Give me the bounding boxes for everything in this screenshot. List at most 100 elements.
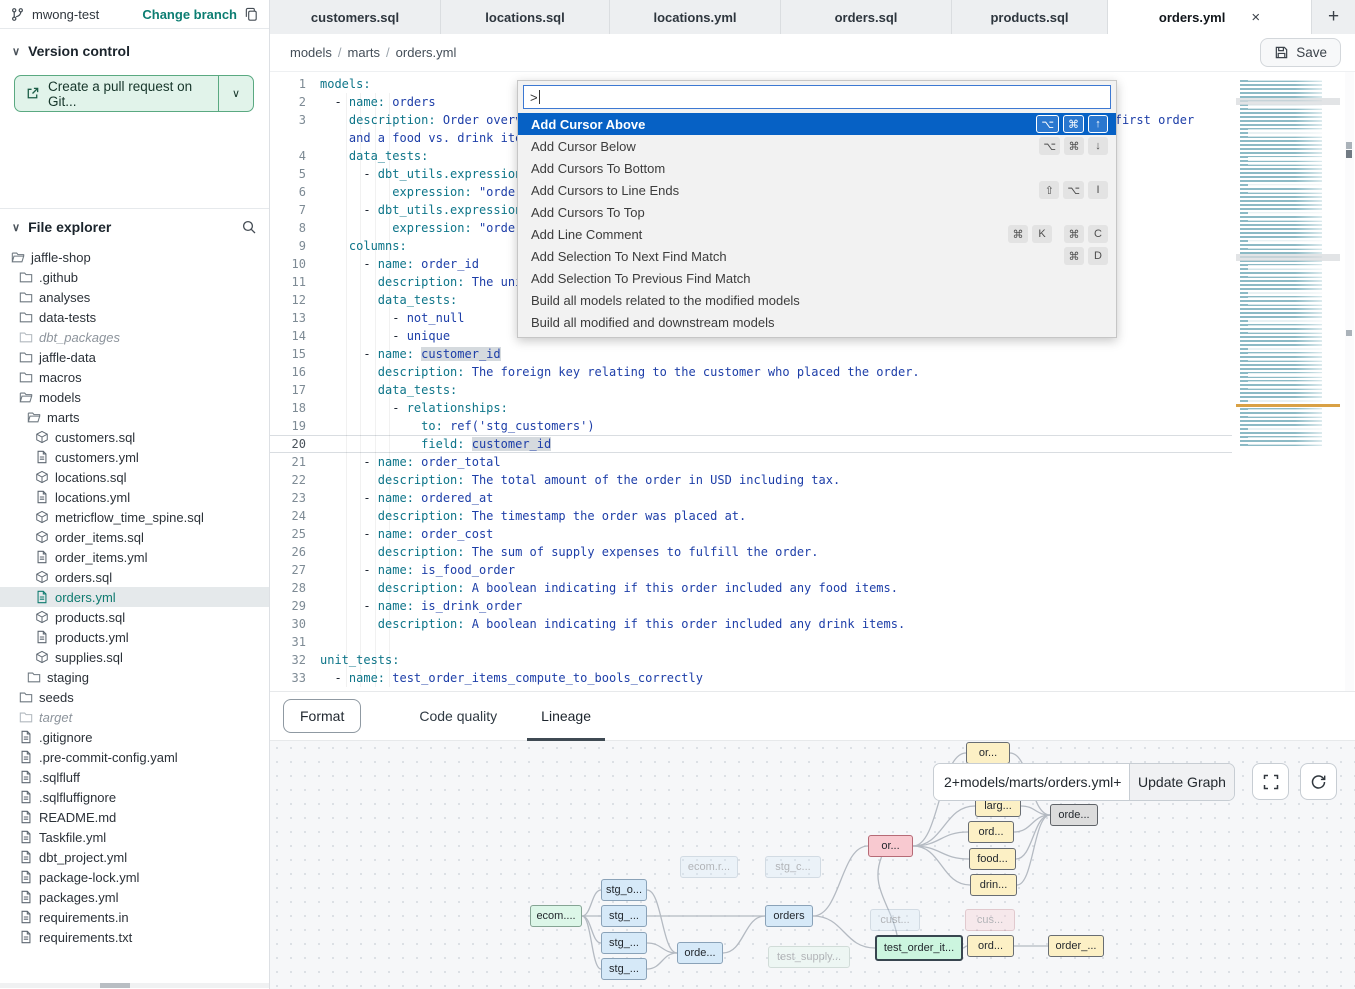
tree-item-models[interactable]: models (0, 387, 269, 407)
lineage-node[interactable]: food... (969, 848, 1016, 870)
lineage-node[interactable]: orde... (1050, 804, 1098, 826)
tab-products.sql[interactable]: products.sql (952, 0, 1108, 34)
tree-item-data-tests[interactable]: data-tests (0, 307, 269, 327)
copy-icon[interactable] (244, 7, 259, 22)
save-button[interactable]: Save (1260, 38, 1341, 67)
tree-item--pre-commit-config-yaml[interactable]: .pre-commit-config.yaml (0, 747, 269, 767)
change-branch-link[interactable]: Change branch (142, 7, 237, 22)
tree-item-packages-yml[interactable]: packages.yml (0, 887, 269, 907)
tree-item-locations-sql[interactable]: locations.sql (0, 467, 269, 487)
create-pr-button[interactable]: Create a pull request on Git... ∨ (14, 75, 254, 112)
code-editor[interactable]: 1models:2 - name: orders3 description: O… (270, 72, 1355, 691)
tab-locations.sql[interactable]: locations.sql (441, 0, 610, 34)
lineage-node[interactable]: cust... (870, 909, 920, 931)
tab-locations.yml[interactable]: locations.yml (610, 0, 781, 34)
tree-item-customers-sql[interactable]: customers.sql (0, 427, 269, 447)
tree-item--sqlfluffignore[interactable]: .sqlfluffignore (0, 787, 269, 807)
tree-item-readme-md[interactable]: README.md (0, 807, 269, 827)
lineage-node[interactable]: ecom.... (530, 905, 582, 927)
lineage-node[interactable]: orders (765, 905, 813, 927)
tree-item-metricflow-time-spine-sql[interactable]: metricflow_time_spine.sql (0, 507, 269, 527)
format-button[interactable]: Format (283, 699, 361, 733)
search-icon[interactable] (241, 219, 257, 235)
tree-item-analyses[interactable]: analyses (0, 287, 269, 307)
bottom-tab-lineage[interactable]: Lineage (527, 691, 605, 741)
tree-item-order-items-yml[interactable]: order_items.yml (0, 547, 269, 567)
palette-item[interactable]: Add Cursors To Bottom (518, 157, 1116, 179)
breadcrumb-item[interactable]: models (290, 45, 332, 60)
tree-item-orders-sql[interactable]: orders.sql (0, 567, 269, 587)
tree-item--sqlfluff[interactable]: .sqlfluff (0, 767, 269, 787)
tree-item-staging[interactable]: staging (0, 667, 269, 687)
tab-customers.sql[interactable]: customers.sql (270, 0, 441, 34)
palette-item[interactable]: Add Cursors to Line Ends⇧⌥I (518, 179, 1116, 201)
lineage-node[interactable]: order_... (1048, 935, 1104, 957)
lineage-node[interactable]: or... (966, 742, 1010, 764)
palette-item[interactable]: Build all models related to the modified… (518, 289, 1116, 311)
tree-item-taskfile-yml[interactable]: Taskfile.yml (0, 827, 269, 847)
tree-item-target[interactable]: target (0, 707, 269, 727)
refresh-button[interactable] (1300, 763, 1337, 800)
lineage-node[interactable]: stg_... (601, 905, 647, 927)
breadcrumb-item[interactable]: orders.yml (396, 45, 457, 60)
file-explorer-header[interactable]: ∨ File explorer (0, 209, 269, 243)
tree-item-customers-yml[interactable]: customers.yml (0, 447, 269, 467)
lineage-node[interactable]: drin... (970, 874, 1017, 896)
folder-icon (19, 270, 33, 284)
tree-item-requirements-in[interactable]: requirements.in (0, 907, 269, 927)
tree-item-jaffle-data[interactable]: jaffle-data (0, 347, 269, 367)
tree-item-dbt-project-yml[interactable]: dbt_project.yml (0, 847, 269, 867)
lineage-node[interactable]: cus... (965, 909, 1015, 931)
palette-item[interactable]: Add Cursor Above⌥⌘↑ (518, 113, 1116, 135)
lineage-node[interactable]: stg_c... (765, 856, 821, 878)
new-tab-button[interactable]: + (1312, 0, 1355, 34)
fullscreen-button[interactable] (1252, 763, 1289, 800)
tree-item-orders-yml[interactable]: orders.yml (0, 587, 269, 607)
lineage-node[interactable]: ord... (968, 821, 1014, 843)
tree-item-products-yml[interactable]: products.yml (0, 627, 269, 647)
lineage-node[interactable]: or... (868, 835, 913, 857)
bottom-tab-code-quality[interactable]: Code quality (405, 691, 511, 741)
tree-item--gitignore[interactable]: .gitignore (0, 727, 269, 747)
lineage-node[interactable]: stg_... (601, 958, 647, 980)
tree-item--github[interactable]: .github (0, 267, 269, 287)
palette-item[interactable]: Add Selection To Previous Find Match (518, 267, 1116, 289)
lineage-canvas[interactable]: or...larg...ord...food...drin...or...ord… (270, 741, 1355, 989)
tree-item-order-items-sql[interactable]: order_items.sql (0, 527, 269, 547)
tree-item-macros[interactable]: macros (0, 367, 269, 387)
editor-scrollbar[interactable] (1345, 72, 1354, 691)
lineage-node[interactable]: ecom.r... (680, 856, 738, 878)
lineage-node[interactable]: orde... (677, 942, 723, 964)
breadcrumb-item[interactable]: marts (348, 45, 381, 60)
lineage-node[interactable]: stg_o... (601, 879, 647, 901)
tree-item-marts[interactable]: marts (0, 407, 269, 427)
lineage-node[interactable]: test_order_it... (875, 935, 963, 961)
tab-orders.yml[interactable]: orders.yml× (1108, 0, 1312, 34)
lineage-node[interactable]: test_supply... (768, 946, 850, 968)
close-tab-icon[interactable]: × (1251, 9, 1260, 26)
tree-item-package-lock-yml[interactable]: package-lock.yml (0, 867, 269, 887)
tree-item-products-sql[interactable]: products.sql (0, 607, 269, 627)
palette-item[interactable]: Add Cursor Below⌥⌘↓ (518, 135, 1116, 157)
version-control-header[interactable]: ∨ Version control (0, 29, 269, 67)
scrollbar-thumb[interactable] (100, 983, 130, 988)
palette-item[interactable]: Add Cursors To Top (518, 201, 1116, 223)
palette-item[interactable]: Build all modified and downstream models (518, 311, 1116, 333)
tree-item-supplies-sql[interactable]: supplies.sql (0, 647, 269, 667)
palette-item[interactable]: Add Selection To Next Find Match⌘D (518, 245, 1116, 267)
palette-item[interactable]: Add Line Comment⌘K⌘C (518, 223, 1116, 245)
tree-item-seeds[interactable]: seeds (0, 687, 269, 707)
sidebar-horizontal-scrollbar[interactable] (0, 983, 269, 988)
tree-item-requirements-txt[interactable]: requirements.txt (0, 927, 269, 947)
update-graph-button[interactable]: Update Graph (1130, 764, 1234, 800)
tree-item-jaffle-shop[interactable]: jaffle-shop (0, 247, 269, 267)
tab-orders.sql[interactable]: orders.sql (781, 0, 952, 34)
graph-selector-input[interactable]: 2+models/marts/orders.yml+ (934, 764, 1130, 800)
command-palette-input[interactable]: > (523, 85, 1111, 109)
tree-item-dbt-packages[interactable]: dbt_packages (0, 327, 269, 347)
tree-item-locations-yml[interactable]: locations.yml (0, 487, 269, 507)
pr-dropdown-caret[interactable]: ∨ (219, 76, 253, 111)
minimap[interactable] (1240, 80, 1340, 448)
lineage-node[interactable]: ord... (967, 935, 1014, 957)
lineage-node[interactable]: stg_... (601, 932, 647, 954)
